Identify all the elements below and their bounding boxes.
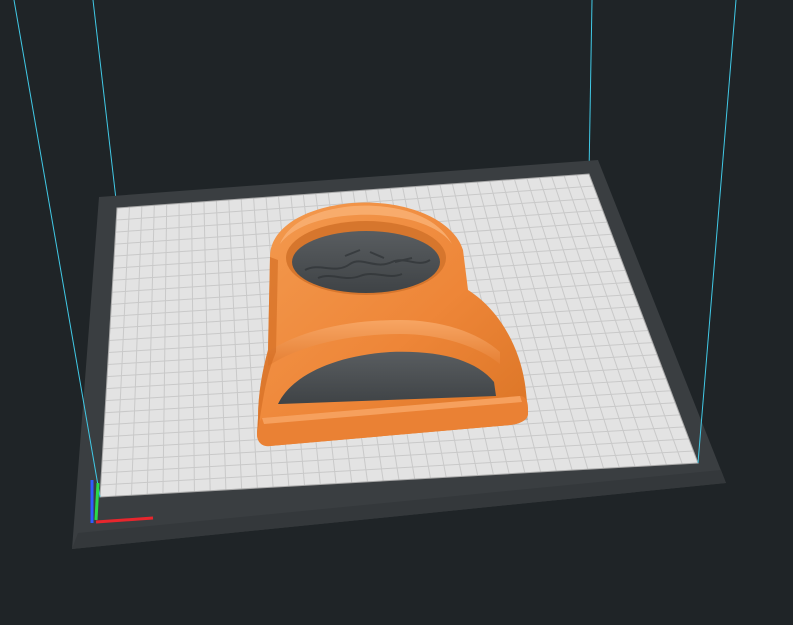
scene-canvas[interactable] <box>0 0 793 625</box>
3d-viewport[interactable] <box>0 0 793 625</box>
axis-y-line <box>94 482 100 521</box>
